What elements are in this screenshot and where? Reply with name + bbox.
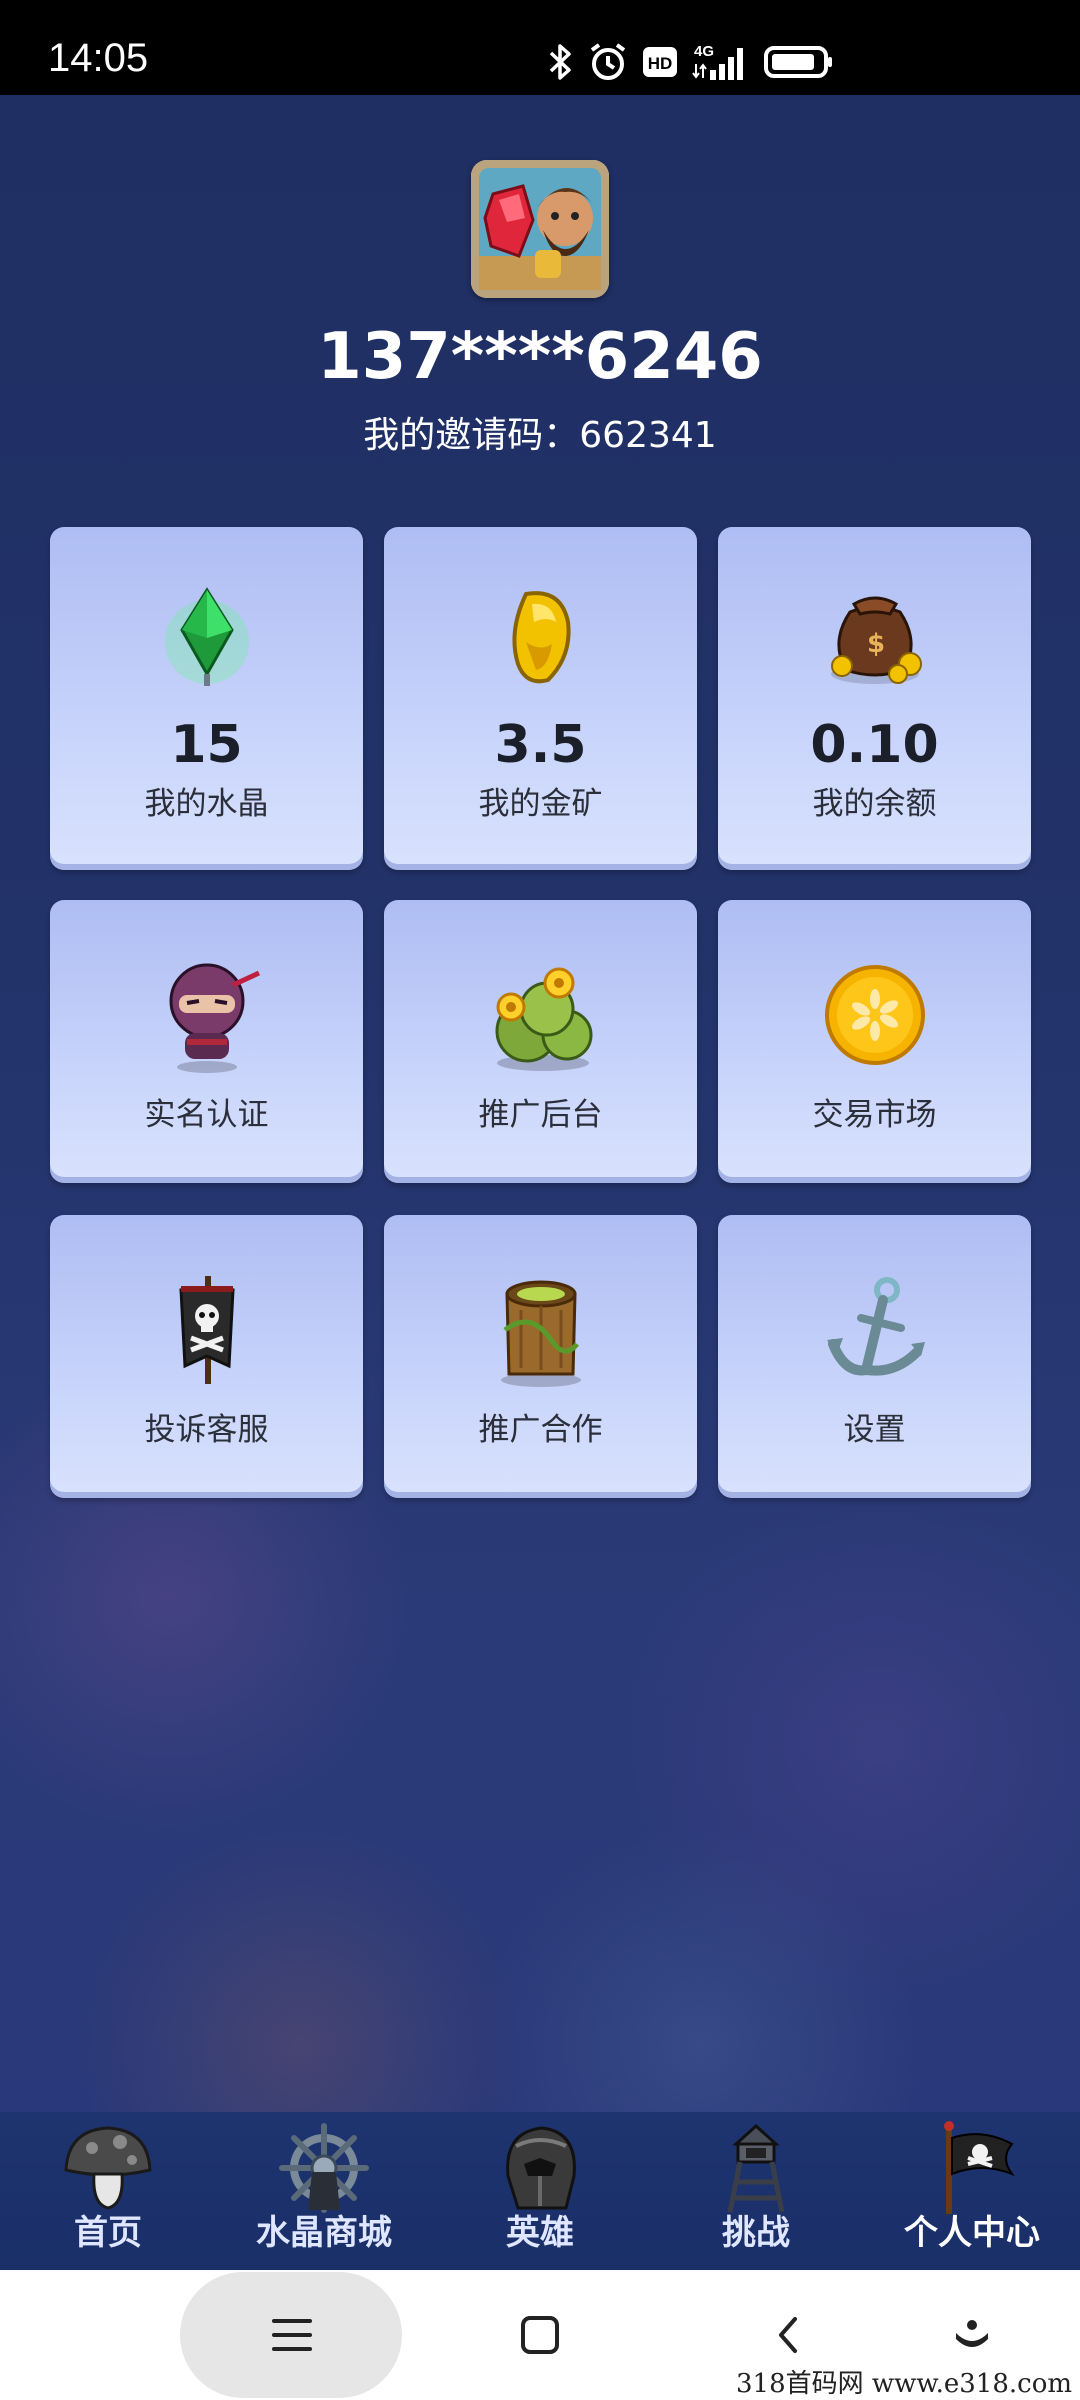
home-square-icon[interactable] [488, 2270, 592, 2400]
mushroom-icon [58, 2118, 158, 2218]
gold-coin-icon [815, 955, 935, 1075]
signal-icon: 4G [692, 42, 750, 82]
status-icons: HD 4G [548, 42, 834, 82]
gold-nugget-icon [486, 582, 596, 692]
menu-promotion-cooperation[interactable]: 推广合作 [384, 1215, 697, 1498]
stat-card-gold[interactable]: 3.5 我的金矿 [384, 527, 697, 870]
nav-crystal-mall[interactable]: 水晶商城 [216, 2112, 432, 2270]
stat-card-crystal[interactable]: 15 我的水晶 [50, 527, 363, 870]
stat-value: 15 [170, 715, 243, 775]
stat-label: 我的金矿 [478, 786, 603, 822]
alarm-icon [588, 42, 628, 82]
nav-label: 水晶商城 [256, 2213, 392, 2253]
flower-bush-icon [481, 955, 601, 1075]
menu-icon[interactable] [240, 2270, 344, 2400]
nav-personal-center[interactable]: 个人中心 [864, 2112, 1080, 2270]
ship-wheel-icon [274, 2118, 374, 2218]
user-avatar[interactable] [471, 160, 609, 298]
menu-label: 推广后台 [478, 1097, 603, 1133]
nav-label: 首页 [74, 2213, 142, 2253]
pirate-flag-icon [147, 1270, 267, 1390]
svg-text:HD: HD [648, 54, 673, 73]
invite-code[interactable]: 我的邀请码：662341 [0, 418, 1080, 454]
tree-stump-icon [481, 1270, 601, 1390]
menu-label: 设置 [843, 1412, 906, 1448]
menu-label: 实名认证 [144, 1097, 269, 1133]
stat-value: 3.5 [494, 715, 587, 775]
nav-label: 挑战 [722, 2213, 790, 2253]
bluetooth-icon [548, 43, 574, 81]
svg-text:4G: 4G [694, 43, 714, 60]
menu-complaint-service[interactable]: 投诉客服 [50, 1215, 363, 1498]
status-time: 14:05 [48, 36, 149, 80]
pirate-flag-icon [922, 2118, 1022, 2218]
watchtower-icon [706, 2118, 806, 2218]
svg-text:$: $ [866, 629, 884, 659]
menu-promotion-backend[interactable]: 推广后台 [384, 900, 697, 1183]
system-navigation-bar: 318首码网 www.e318.com [0, 2270, 1080, 2400]
menu-label: 推广合作 [478, 1412, 603, 1448]
nav-label: 英雄 [506, 2213, 574, 2253]
stat-value: 0.10 [810, 715, 939, 775]
money-bag-icon: $ [820, 582, 930, 692]
stat-label: 我的余额 [812, 786, 937, 822]
nav-hero[interactable]: 英雄 [432, 2112, 648, 2270]
nav-challenge[interactable]: 挑战 [648, 2112, 864, 2270]
bottom-navigation: 首页 水晶商城 英雄 挑战 个人中心 [0, 2112, 1080, 2270]
watermark-text: 318首码网 www.e318.com [736, 2369, 1072, 2399]
nav-home[interactable]: 首页 [0, 2112, 216, 2270]
status-bar: 14:05 HD 4G [0, 0, 1080, 95]
menu-real-name-verification[interactable]: 实名认证 [50, 900, 363, 1183]
user-phone: 137****6246 [317, 320, 763, 394]
menu-settings[interactable]: 设置 [718, 1215, 1031, 1498]
crystal-icon [152, 582, 262, 692]
nav-label: 个人中心 [904, 2213, 1040, 2253]
menu-label: 投诉客服 [144, 1412, 269, 1448]
menu-trading-market[interactable]: 交易市场 [718, 900, 1031, 1183]
stat-label: 我的水晶 [144, 786, 269, 822]
feature-grid: 15 我的水晶 3.5 我的金矿 $ 0.10 我的余额 实名认证 推广后台 交… [50, 527, 1031, 1530]
helmet-icon [490, 2118, 590, 2218]
battery-icon [764, 45, 834, 79]
ninja-icon [147, 955, 267, 1075]
hd-icon: HD [642, 45, 678, 79]
menu-label: 交易市场 [812, 1097, 937, 1133]
anchor-icon [815, 1270, 935, 1390]
stat-card-balance[interactable]: $ 0.10 我的余额 [718, 527, 1031, 870]
